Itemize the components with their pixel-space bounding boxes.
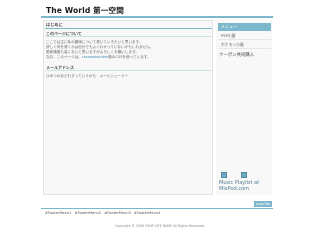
- credit-suffix: 様のCSSを使っています。: [108, 55, 151, 59]
- footer-menu-item[interactable]: #FooterMenu3: [104, 211, 131, 215]
- body-text-line-credit: なお、このページは、cssnewbandes様のCSSを使っています。: [46, 55, 151, 60]
- section-divider: [45, 70, 212, 71]
- footer-divider: [41, 208, 273, 209]
- sponsor-link[interactable]: クーポン共同購入: [219, 52, 254, 58]
- sidebar-item-pokemon[interactable]: ポケモン小屋: [218, 41, 271, 49]
- music-playlist-title[interactable]: Music Playlist at MixPod.com: [219, 180, 271, 192]
- footer-menu: #FooterMenu1 #FooterMenu2 #FooterMenu3 #…: [45, 211, 160, 215]
- credit-prefix: なお、このページは、: [46, 55, 82, 59]
- footer-menu-item[interactable]: #FooterMenu2: [75, 211, 102, 215]
- page-top-button[interactable]: pageTop: [254, 201, 272, 207]
- music-title-line: MixPod.com: [219, 186, 249, 192]
- footer-menu-item[interactable]: #FooterMenu1: [45, 211, 72, 215]
- css-credit-link[interactable]: cssnewbandes: [82, 55, 108, 59]
- music-playlist-widget[interactable]: Music Playlist at MixPod.com: [219, 172, 271, 200]
- body-text-line: ひみつのあどれすっていうかも メールジュードー: [46, 74, 129, 78]
- music-icon[interactable]: [241, 172, 247, 178]
- music-icon[interactable]: [221, 172, 227, 178]
- header-divider: [41, 16, 273, 18]
- sidebar-menu-heading: メニュー: [218, 23, 271, 31]
- sidebar-item-psp[interactable]: PSP小屋: [218, 32, 271, 40]
- site-title[interactable]: The World 第一空間: [46, 5, 124, 16]
- footer-menu-item[interactable]: #FooterMenu4: [134, 211, 161, 215]
- section-divider: [45, 36, 212, 37]
- post-title-divider: [45, 28, 212, 29]
- copyright: Copyright © 2006 YOUR SITE NAME All Righ…: [115, 224, 205, 228]
